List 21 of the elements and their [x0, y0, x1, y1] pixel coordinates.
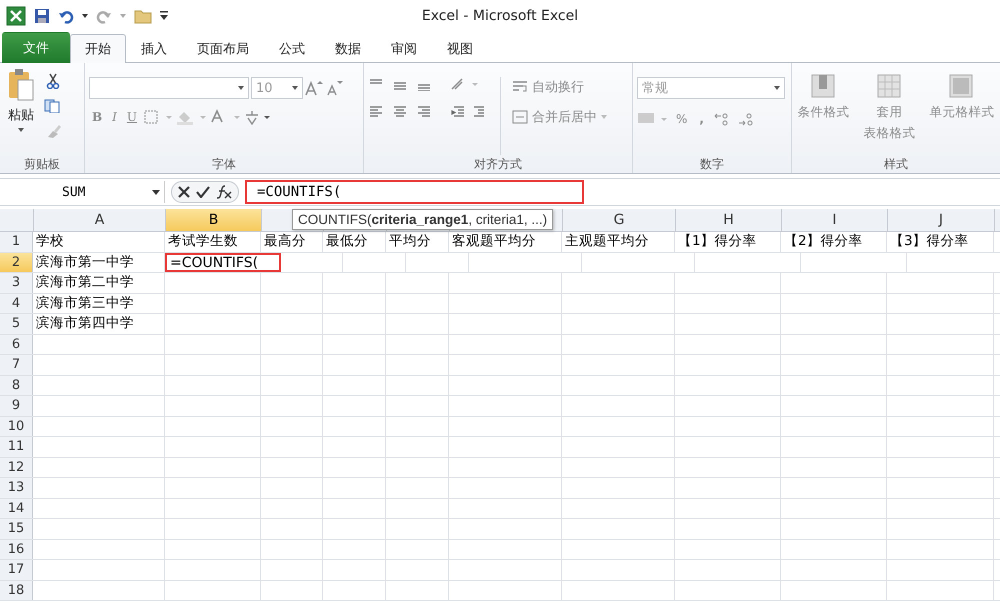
cell-text: 主观题平均分	[565, 233, 649, 249]
group-label: 字体	[211, 156, 237, 173]
cell-text: 最高分	[264, 233, 306, 249]
group-label: 对齐方式	[473, 156, 523, 173]
cell-text: 【1】得分率	[678, 233, 757, 249]
cell-text: 平均分	[389, 233, 431, 249]
cell-text: 滨海市第三中学	[36, 294, 134, 310]
cell-text: 客观题平均分	[452, 233, 536, 249]
group-label: 剪贴板	[23, 156, 61, 173]
cell-text: 滨海市第一中学	[36, 254, 134, 270]
cell-text: 【3】得分率	[890, 233, 969, 249]
cell-text: 【2】得分率	[784, 233, 863, 249]
cell-text: 考试学生数	[168, 233, 238, 249]
cell-text: 滨海市第二中学	[36, 274, 134, 290]
window-title: Excel - Microsoft Excel	[422, 8, 578, 24]
group-label: 样式	[883, 156, 909, 173]
cell-text: 学校	[36, 233, 64, 249]
function-tooltip: COUNTIFS(criteria_range1, criteria1, ...)	[292, 209, 554, 230]
cell-text: 滨海市第四中学	[36, 315, 134, 331]
cell-text: 最低分	[326, 233, 368, 249]
group-label: 数字	[699, 156, 725, 173]
